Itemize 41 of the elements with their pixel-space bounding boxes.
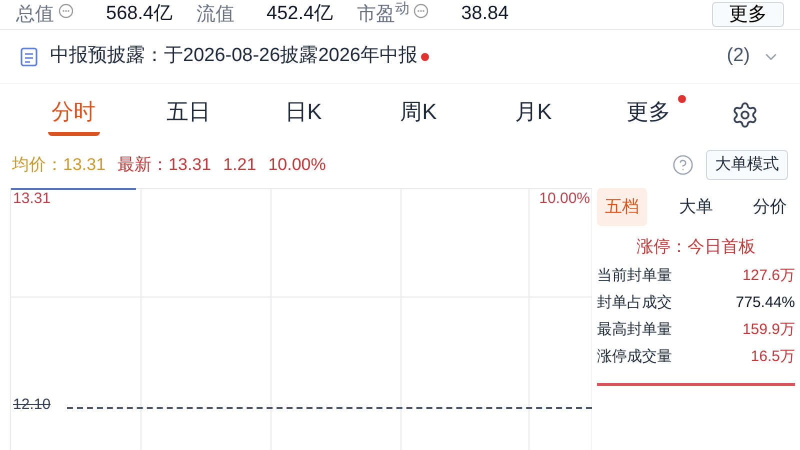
panel-tab[interactable]: 分价: [745, 188, 795, 226]
order-stat-value: 127.6万: [742, 266, 795, 286]
chart-tab[interactable]: 周K: [396, 94, 441, 136]
settings-icon[interactable]: [731, 101, 759, 129]
document-icon: [20, 46, 38, 66]
more-button[interactable]: 更多: [712, 2, 784, 28]
notice-count: (2): [726, 44, 750, 68]
previous-close-label: 12.10: [13, 396, 51, 415]
panel-tab[interactable]: 五档: [597, 188, 647, 226]
chart-tab[interactable]: 五日: [162, 94, 214, 136]
large-order-mode-button[interactable]: 大单模式: [706, 150, 788, 180]
order-stat-label: 封单占成交: [597, 293, 672, 314]
panel-tab[interactable]: 大单: [671, 188, 721, 226]
help-icon[interactable]: [672, 154, 694, 176]
order-stat-value: 159.9万: [742, 320, 795, 340]
order-stat-label: 涨停成交量: [597, 347, 672, 368]
stat-value: 568.4亿: [106, 2, 173, 26]
last-price: 13.31: [168, 154, 212, 176]
last-price-label: 最新：: [118, 154, 169, 176]
chart-tab[interactable]: 月K: [511, 94, 556, 136]
notice-text[interactable]: 中报预披露：于2026-08-26披露2026年中报: [50, 42, 418, 71]
stat-label: 流值: [196, 5, 235, 24]
chart-tab[interactable]: 更多: [622, 94, 674, 136]
chart-tab[interactable]: 分时: [48, 94, 100, 136]
info-icon[interactable]: [413, 2, 430, 18]
order-stat-label: 最高封单量: [597, 320, 672, 340]
order-stat-label: 当前封单量: [597, 266, 672, 286]
price-change: 1.21: [223, 154, 256, 176]
high-price-label: 13.31: [13, 190, 51, 209]
stat-value: 38.84: [461, 2, 509, 26]
info-icon[interactable]: [58, 2, 74, 18]
average-price: 13.31: [63, 154, 106, 176]
change-percent: 10.00%: [268, 154, 326, 176]
order-stat-value: 775.44%: [736, 293, 795, 314]
order-stat-value: 16.5万: [750, 347, 795, 368]
stat-label: 总值: [16, 5, 54, 24]
high-percent-label: 10.00%: [539, 190, 590, 209]
limit-up-status: 涨停：今日首板: [636, 236, 756, 258]
chart-tab[interactable]: 日K: [281, 94, 326, 136]
average-price-label: 均价：: [12, 154, 63, 176]
stat-value: 452.4亿: [266, 2, 334, 26]
